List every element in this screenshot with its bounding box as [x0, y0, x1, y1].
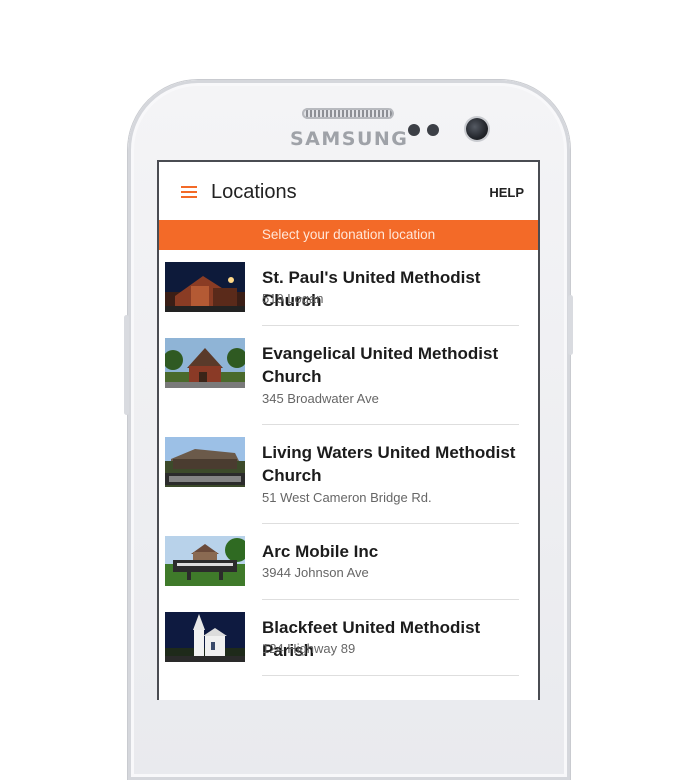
device-brand: SAMSUNG: [290, 128, 409, 150]
proximity-sensor: [408, 124, 420, 136]
location-address: 51 West Cameron Bridge Rd.: [262, 490, 432, 505]
location-address: 345 Broadwater Ave: [262, 391, 379, 406]
building-photo: [165, 536, 245, 586]
location-item[interactable]: Evangelical United Methodist Church 345 …: [159, 326, 538, 425]
church-photo: [165, 612, 245, 662]
app-bar: Locations HELP: [159, 162, 538, 220]
location-item[interactable]: Arc Mobile Inc 3944 Johnson Ave: [159, 524, 538, 600]
location-item[interactable]: Living Waters United Methodist Church 51…: [159, 425, 538, 524]
divider: [262, 675, 519, 676]
hamburger-menu-icon[interactable]: [181, 186, 197, 198]
instruction-banner: Select your donation location: [159, 220, 538, 250]
location-address: 3944 Johnson Ave: [262, 565, 369, 580]
church-photo: [165, 262, 245, 312]
page-title: Locations: [211, 181, 297, 203]
power-button: [568, 295, 573, 355]
church-photo: [165, 338, 245, 388]
location-name: Arc Mobile Inc: [262, 542, 379, 561]
volume-button: [124, 315, 129, 415]
front-camera: [466, 118, 488, 140]
phone-screen: Locations HELP Select your donation loca…: [157, 160, 540, 700]
light-sensor: [427, 124, 439, 136]
location-item[interactable]: St. Paul's United Methodist Church 519 L…: [159, 250, 538, 326]
location-address: 124 Highway 89: [262, 641, 356, 656]
location-name: Evangelical United Methodist Church: [262, 344, 499, 386]
help-button[interactable]: HELP: [489, 185, 524, 200]
location-item[interactable]: Blackfeet United Methodist Parish 124 Hi…: [159, 600, 538, 676]
location-address: 519 Logan: [262, 291, 324, 306]
church-photo: [165, 437, 245, 487]
location-name: Living Waters United Methodist Church: [262, 443, 516, 485]
earpiece-speaker: [302, 108, 394, 119]
